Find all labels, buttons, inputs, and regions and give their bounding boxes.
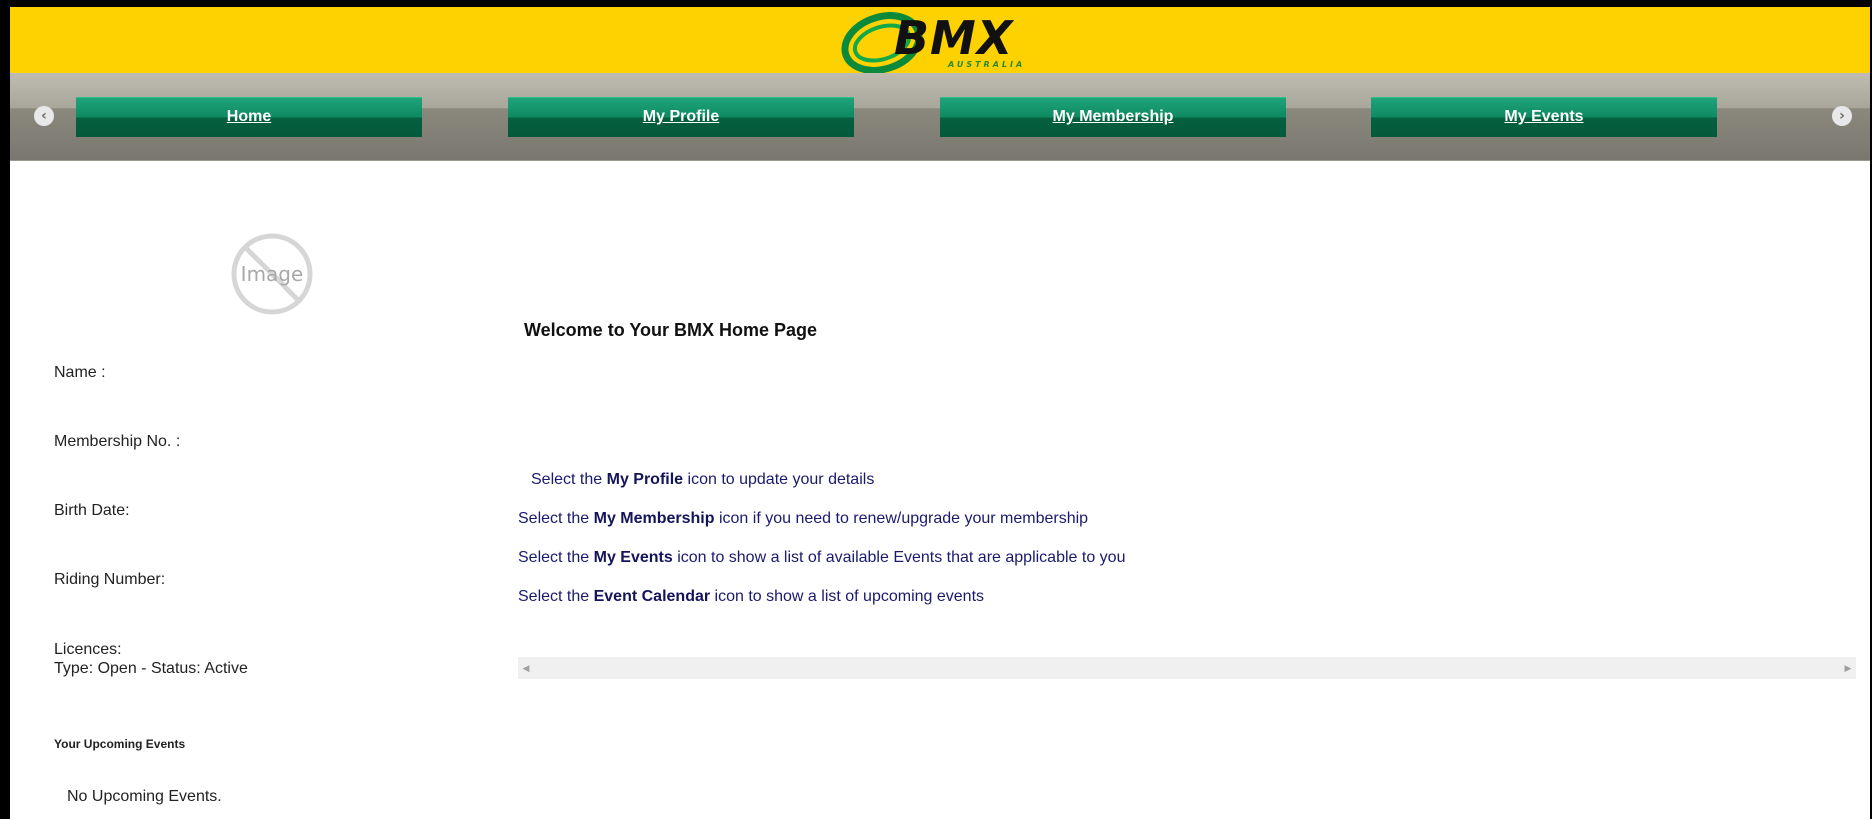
instruction-text: icon if you need to renew/upgrade your m… — [714, 510, 1089, 527]
instruction-keyword: My Events — [593, 549, 673, 566]
scroll-right-arrow-icon[interactable]: ▶ — [1840, 657, 1856, 679]
main-navigation: ‹ Home My Profile My Membership My Event… — [10, 73, 1870, 161]
nav-my-profile-label[interactable]: My Profile — [643, 108, 719, 126]
nav-my-membership-label[interactable]: My Membership — [1053, 108, 1174, 126]
licences-label: Licences: — [54, 641, 122, 658]
logo-text: BMX — [894, 11, 1014, 65]
nav-home-button[interactable]: Home — [76, 97, 422, 137]
profile-image-placeholder: Image — [230, 232, 314, 316]
birth-date-label: Birth Date: — [54, 502, 130, 519]
instruction-my-profile: Select the My Profile icon to update you… — [531, 471, 874, 489]
instruction-text: Select the — [518, 549, 594, 566]
page-frame: BMX AUSTRALIA ‹ Home My Profile My Membe… — [0, 0, 1872, 819]
instruction-keyword: My Membership — [593, 510, 715, 527]
licence-detail: Type: Open - Status: Active — [54, 660, 248, 677]
no-upcoming-events-text: No Upcoming Events. — [67, 788, 222, 805]
horizontal-scrollbar[interactable]: ◀ ▶ — [518, 657, 1856, 679]
logo-subtext: AUSTRALIA — [948, 60, 1026, 69]
nav-my-events-label[interactable]: My Events — [1504, 108, 1583, 126]
bmx-australia-logo: BMX AUSTRALIA — [838, 9, 1058, 73]
nav-my-profile-button[interactable]: My Profile — [508, 97, 854, 137]
instruction-text: Select the — [518, 510, 594, 527]
membership-number-label: Membership No. : — [54, 433, 181, 450]
welcome-heading: Welcome to Your BMX Home Page — [524, 320, 818, 340]
instruction-my-events: Select the My Events icon to show a list… — [518, 549, 1125, 567]
instruction-my-membership: Select the My Membership icon if you nee… — [518, 510, 1088, 528]
upcoming-events-heading: Your Upcoming Events — [54, 737, 186, 751]
instruction-keyword: My Profile — [606, 471, 684, 488]
instruction-text: Select the — [531, 471, 607, 488]
chevron-left-circle-icon[interactable]: ‹ — [34, 106, 54, 126]
image-placeholder-label: Image — [240, 262, 304, 286]
nav-my-events-button[interactable]: My Events — [1371, 97, 1717, 137]
nav-my-membership-button[interactable]: My Membership — [940, 97, 1286, 137]
instruction-text: Select the — [518, 588, 594, 605]
instruction-event-calendar: Select the Event Calendar icon to show a… — [518, 588, 984, 606]
instruction-keyword: Event Calendar — [593, 588, 711, 605]
scroll-left-arrow-icon[interactable]: ◀ — [518, 657, 534, 679]
instruction-text: icon to show a list of available Events … — [672, 549, 1126, 566]
instruction-text: icon to update your details — [683, 471, 875, 488]
name-label: Name : — [54, 364, 106, 381]
instruction-text: icon to show a list of upcoming events — [710, 588, 985, 605]
nav-home-label[interactable]: Home — [227, 108, 271, 126]
riding-number-label: Riding Number: — [54, 571, 166, 588]
header-banner: BMX AUSTRALIA — [10, 7, 1870, 73]
chevron-right-circle-icon[interactable]: › — [1832, 106, 1852, 126]
